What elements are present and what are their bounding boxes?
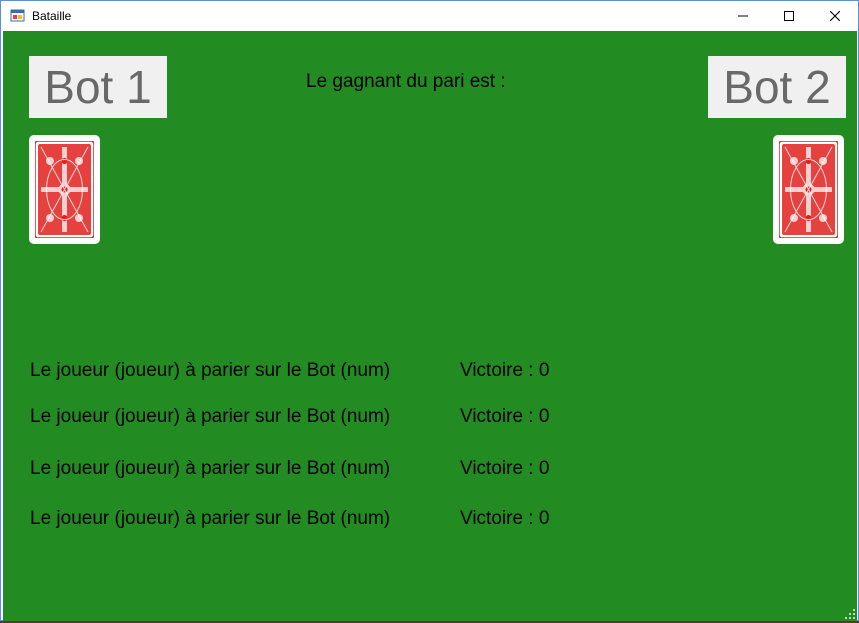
victory-count: Victoire : 0 bbox=[460, 508, 550, 529]
close-icon bbox=[830, 10, 840, 21]
bet-text: Le joueur (joueur) à parier sur le Bot (… bbox=[30, 406, 391, 427]
app-icon bbox=[10, 9, 25, 22]
bet-text: Le joueur (joueur) à parier sur le Bot (… bbox=[30, 458, 391, 479]
bot2-card-back[interactable] bbox=[773, 135, 844, 244]
bot1-label: Bot 1 bbox=[29, 56, 167, 118]
winner-label: Le gagnant du pari est : bbox=[306, 71, 506, 92]
victory-count: Victoire : 0 bbox=[460, 458, 550, 479]
close-button[interactable] bbox=[812, 1, 858, 30]
maximize-button[interactable] bbox=[766, 1, 812, 30]
game-table: Bot 1 Le gagnant du pari est : Bot 2 Le … bbox=[3, 31, 857, 621]
card-back-pattern-icon bbox=[35, 141, 94, 238]
minimize-icon bbox=[738, 15, 748, 16]
title-bar[interactable]: Bataille bbox=[1, 1, 858, 30]
app-window: Bataille Bot 1 Le gagnant du pari est : … bbox=[0, 0, 859, 621]
victory-count: Victoire : 0 bbox=[460, 406, 550, 427]
maximize-icon bbox=[784, 10, 794, 21]
bot1-card-back[interactable] bbox=[29, 135, 100, 244]
card-back-pattern-icon bbox=[779, 141, 838, 238]
window-title: Bataille bbox=[32, 9, 72, 23]
bot2-label: Bot 2 bbox=[708, 56, 846, 118]
resize-grip-icon[interactable] bbox=[845, 609, 855, 619]
bet-text: Le joueur (joueur) à parier sur le Bot (… bbox=[30, 360, 391, 381]
minimize-button[interactable] bbox=[720, 1, 766, 30]
victory-count: Victoire : 0 bbox=[460, 360, 550, 381]
bet-text: Le joueur (joueur) à parier sur le Bot (… bbox=[30, 508, 391, 529]
